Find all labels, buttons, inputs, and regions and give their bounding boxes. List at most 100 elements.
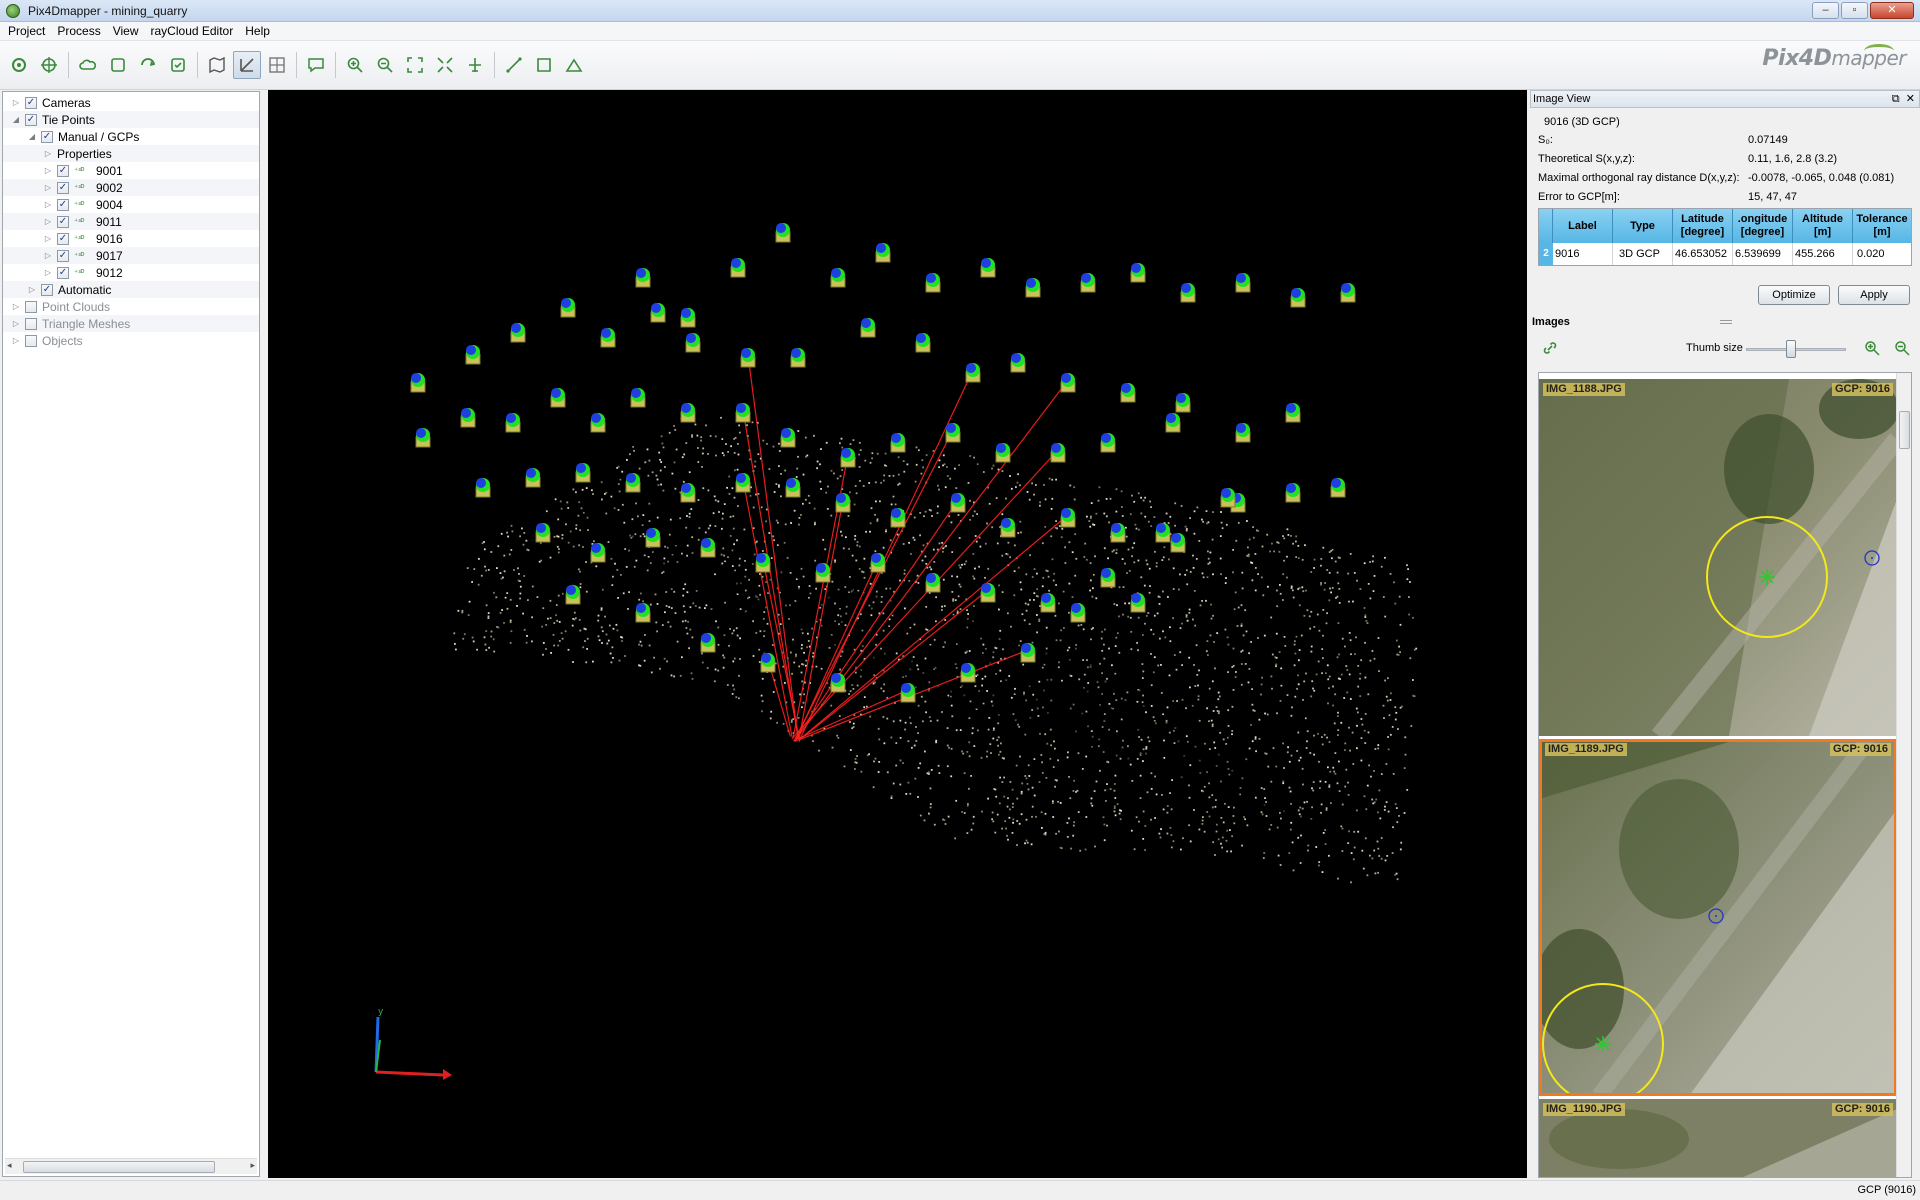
camera-marker[interactable] (680, 308, 696, 328)
step1-icon[interactable] (104, 51, 132, 79)
expand-arrow-icon[interactable]: ▷ (43, 234, 53, 244)
camera-marker[interactable] (945, 423, 961, 443)
link-icon[interactable] (1542, 340, 1558, 356)
zoom-out-icon[interactable] (1894, 340, 1910, 356)
camera-marker[interactable] (980, 258, 996, 278)
step2-icon[interactable] (134, 51, 162, 79)
camera-marker[interactable] (960, 663, 976, 683)
camera-marker[interactable] (1025, 278, 1041, 298)
camera-marker[interactable] (590, 543, 606, 563)
tree-item[interactable]: ▷ ✓ Triangle Meshes (3, 315, 259, 332)
camera-marker[interactable] (830, 673, 846, 693)
visibility-checkbox[interactable]: ✓ (25, 334, 37, 347)
camera-marker[interactable] (760, 653, 776, 673)
camera-marker[interactable] (775, 223, 791, 243)
camera-marker[interactable] (1060, 508, 1076, 528)
thumb-size-slider[interactable] (1746, 348, 1846, 351)
visibility-checkbox[interactable]: ✓ (57, 249, 69, 262)
camera-marker[interactable] (535, 523, 551, 543)
tree-scrollbar[interactable]: ◂ ▸ (5, 1158, 257, 1174)
tree-item[interactable]: ▷ ✓ ⁺ᵌᴰ 9002 (3, 179, 259, 196)
expand-arrow-icon[interactable]: ▷ (11, 98, 21, 108)
col-type[interactable]: Type (1613, 209, 1673, 243)
close-button[interactable]: ✕ (1870, 2, 1914, 19)
camera-marker[interactable] (550, 388, 566, 408)
camera-marker[interactable] (1000, 518, 1016, 538)
tree-item[interactable]: ▷ ✓ Point Clouds (3, 298, 259, 315)
camera-marker[interactable] (1130, 593, 1146, 613)
col-longitude[interactable]: .ongitude [degree] (1733, 209, 1793, 243)
expand-arrow-icon[interactable]: ▷ (11, 336, 21, 346)
camera-marker[interactable] (630, 388, 646, 408)
visibility-checkbox[interactable]: ✓ (25, 96, 37, 109)
tree-item[interactable]: ▷ ✓ ⁺ᵌᴰ 9001 (3, 162, 259, 179)
visibility-checkbox[interactable]: ✓ (57, 266, 69, 279)
tree-item[interactable]: ▷ ✓ Objects (3, 332, 259, 349)
step3-icon[interactable] (164, 51, 192, 79)
camera-marker[interactable] (465, 345, 481, 365)
flight-icon[interactable] (461, 51, 489, 79)
visibility-checkbox[interactable]: ✓ (57, 164, 69, 177)
col-latitude[interactable]: Latitude [degree] (1673, 209, 1733, 243)
camera-marker[interactable] (735, 473, 751, 493)
expand-arrow-icon[interactable]: ▷ (43, 149, 53, 159)
camera-marker[interactable] (730, 258, 746, 278)
expand-arrow-icon[interactable]: ▷ (11, 302, 21, 312)
comment-icon[interactable] (302, 51, 330, 79)
collapse-arrow-icon[interactable]: ◢ (27, 132, 37, 142)
thumb-size-handle[interactable] (1786, 340, 1796, 358)
camera-marker[interactable] (1050, 443, 1066, 463)
splitter-handle[interactable] (1720, 320, 1732, 324)
camera-marker[interactable] (645, 528, 661, 548)
camera-marker[interactable] (1235, 423, 1251, 443)
expand-arrow-icon[interactable]: ▷ (43, 200, 53, 210)
camera-marker[interactable] (1100, 568, 1116, 588)
tree-item[interactable]: ▷ ✓ Automatic (3, 281, 259, 298)
camera-marker[interactable] (1285, 483, 1301, 503)
visibility-checkbox[interactable]: ✓ (57, 215, 69, 228)
menu-process[interactable]: Process (51, 22, 106, 40)
camera-marker[interactable] (460, 408, 476, 428)
camera-marker[interactable] (1080, 273, 1096, 293)
thumbnail-img-1189[interactable]: IMG_1189.JPG GCP: 9016 (1539, 739, 1897, 1096)
camera-marker[interactable] (890, 508, 906, 528)
thumbnail-scrollbar[interactable] (1896, 373, 1911, 1177)
camera-marker[interactable] (1235, 273, 1251, 293)
project-icon[interactable] (5, 51, 33, 79)
camera-marker[interactable] (755, 553, 771, 573)
camera-marker[interactable] (1330, 478, 1346, 498)
camera-marker[interactable] (1155, 523, 1171, 543)
gcp-manager-icon[interactable] (35, 51, 63, 79)
tree-item[interactable]: ▷ Properties (3, 145, 259, 162)
camera-marker[interactable] (625, 473, 641, 493)
cell-type[interactable]: 3D GCP (1613, 243, 1673, 265)
menu-view[interactable]: View (107, 22, 145, 40)
camera-marker[interactable] (685, 333, 701, 353)
camera-marker[interactable] (980, 583, 996, 603)
raycloud-viewport[interactable]: y (268, 90, 1527, 1178)
visibility-checkbox[interactable]: ✓ (57, 198, 69, 211)
camera-marker[interactable] (835, 493, 851, 513)
raycloud-icon[interactable] (233, 51, 261, 79)
expand-arrow-icon[interactable]: ▷ (43, 166, 53, 176)
col-altitude[interactable]: Altitude [m] (1793, 209, 1853, 243)
camera-marker[interactable] (575, 463, 591, 483)
tree-item[interactable]: ▷ ✓ Cameras (3, 94, 259, 111)
camera-marker[interactable] (1165, 413, 1181, 433)
cell-altitude[interactable]: 455.266 (1793, 243, 1853, 265)
camera-marker[interactable] (635, 268, 651, 288)
camera-marker[interactable] (950, 493, 966, 513)
menu-project[interactable]: Project (2, 22, 51, 40)
camera-marker[interactable] (925, 273, 941, 293)
visibility-checkbox[interactable]: ✓ (57, 181, 69, 194)
camera-marker[interactable] (1180, 283, 1196, 303)
apply-button[interactable]: Apply (1838, 285, 1910, 305)
expand-arrow-icon[interactable]: ▷ (43, 268, 53, 278)
tree-item[interactable]: ▷ ✓ ⁺ᵌᴰ 9012 (3, 264, 259, 281)
camera-marker[interactable] (735, 403, 751, 423)
visibility-checkbox[interactable]: ✓ (41, 283, 53, 296)
camera-marker[interactable] (1220, 488, 1236, 508)
camera-marker[interactable] (925, 573, 941, 593)
menu-raycloud-editor[interactable]: rayCloud Editor (145, 22, 240, 40)
camera-marker[interactable] (780, 428, 796, 448)
